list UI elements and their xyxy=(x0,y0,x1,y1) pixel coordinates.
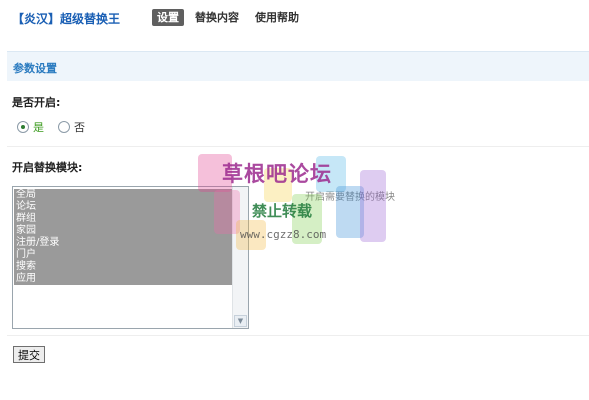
watermark-block xyxy=(316,156,346,192)
section-header: 参数设置 xyxy=(7,51,589,81)
enable-radio-group: 是 否 xyxy=(17,119,99,135)
enable-no-radio[interactable] xyxy=(58,121,70,133)
list-item-group[interactable]: 群组 xyxy=(14,213,232,225)
submit-button[interactable]: 提交 xyxy=(13,346,45,363)
enable-yes-label[interactable]: 是 xyxy=(33,119,44,135)
list-item-forum[interactable]: 论坛 xyxy=(14,201,232,213)
section-title: 参数设置 xyxy=(13,62,57,75)
app-title: 【炎汉】超级替换王 xyxy=(12,12,121,26)
watermark-block xyxy=(264,168,292,202)
modules-hint: 开启需要替换的模块 xyxy=(305,192,395,203)
modules-listbox[interactable]: 全局 论坛 群组 家园 注册/登录 门户 搜索 应用 ▼ xyxy=(12,186,249,329)
nav-tabs: 设置 替换内容 使用帮助 xyxy=(152,9,310,26)
list-item-search[interactable]: 搜索 xyxy=(14,261,232,273)
enable-no-label[interactable]: 否 xyxy=(74,119,85,135)
watermark-url: www.cgzz8.com xyxy=(240,228,327,241)
header: 【炎汉】超级替换王 设置 替换内容 使用帮助 xyxy=(0,0,589,36)
watermark-subtitle: 禁止转载 xyxy=(252,202,313,220)
watermark-title: 草根吧论坛 xyxy=(222,162,332,186)
tab-help[interactable]: 使用帮助 xyxy=(250,9,304,26)
watermark-block xyxy=(360,170,386,242)
listbox-scrollbar[interactable]: ▼ xyxy=(232,187,248,328)
list-item-register-login[interactable]: 注册/登录 xyxy=(14,237,232,249)
list-item-apps[interactable]: 应用 xyxy=(14,273,232,285)
modules-list: 全局 论坛 群组 家园 注册/登录 门户 搜索 应用 xyxy=(14,189,232,285)
chevron-down-icon[interactable]: ▼ xyxy=(234,315,247,327)
enable-yes-radio[interactable] xyxy=(17,121,29,133)
list-item-global[interactable]: 全局 xyxy=(14,189,232,201)
list-item-portal[interactable]: 门户 xyxy=(14,249,232,261)
enable-label: 是否开启: xyxy=(12,96,61,109)
tab-settings[interactable]: 设置 xyxy=(152,9,184,26)
list-item-home[interactable]: 家园 xyxy=(14,225,232,237)
divider xyxy=(7,335,589,336)
divider xyxy=(7,146,589,147)
modules-label: 开启替换模块: xyxy=(12,161,83,174)
tab-replace-content[interactable]: 替换内容 xyxy=(190,9,244,26)
